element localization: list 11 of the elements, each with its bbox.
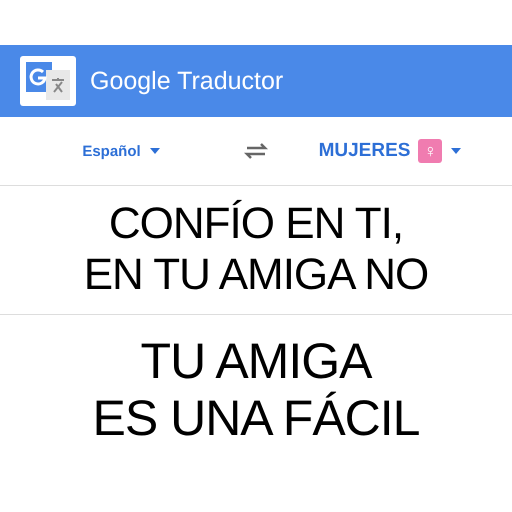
translation-text: TU AMIGA [140,332,372,390]
source-language-dropdown[interactable]: Español [82,142,161,160]
caret-icon [148,147,161,155]
target-language-dropdown[interactable]: MUJERES ♀ [318,139,462,163]
translation-text: ES UNA FÁCIL [92,390,420,448]
source-text: EN TU AMIGA NO [84,250,428,301]
app-title: Google Traductor [90,66,284,96]
source-text: CONFÍO EN TI, [108,199,404,250]
translate-logo-icon [20,56,76,106]
caret-icon [450,147,462,155]
swap-icon[interactable] [243,141,269,161]
